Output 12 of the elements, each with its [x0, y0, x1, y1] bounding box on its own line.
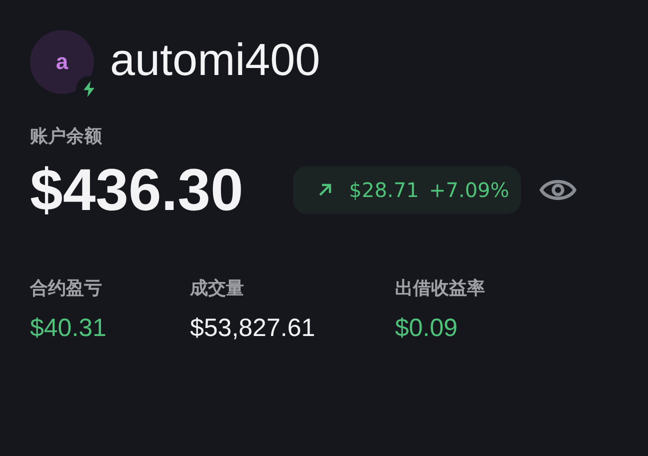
change-percent: +7.09% — [428, 178, 510, 202]
stat-value: $40.31 — [30, 314, 106, 343]
username: automi400 — [110, 34, 320, 86]
stat-label: 成交量 — [190, 277, 244, 300]
visibility-toggle-icon[interactable] — [539, 177, 578, 203]
stat-value: $53,827.61 — [190, 314, 316, 343]
stat-value: $0.09 — [395, 314, 458, 343]
stat-label: 合约盈亏 — [30, 277, 102, 300]
change-amount: $28.71 — [349, 178, 419, 202]
balance-amount: $436.30 — [30, 156, 244, 224]
stat-label: 出借收益率 — [395, 277, 485, 300]
balance-label: 账户余额 — [30, 125, 103, 148]
